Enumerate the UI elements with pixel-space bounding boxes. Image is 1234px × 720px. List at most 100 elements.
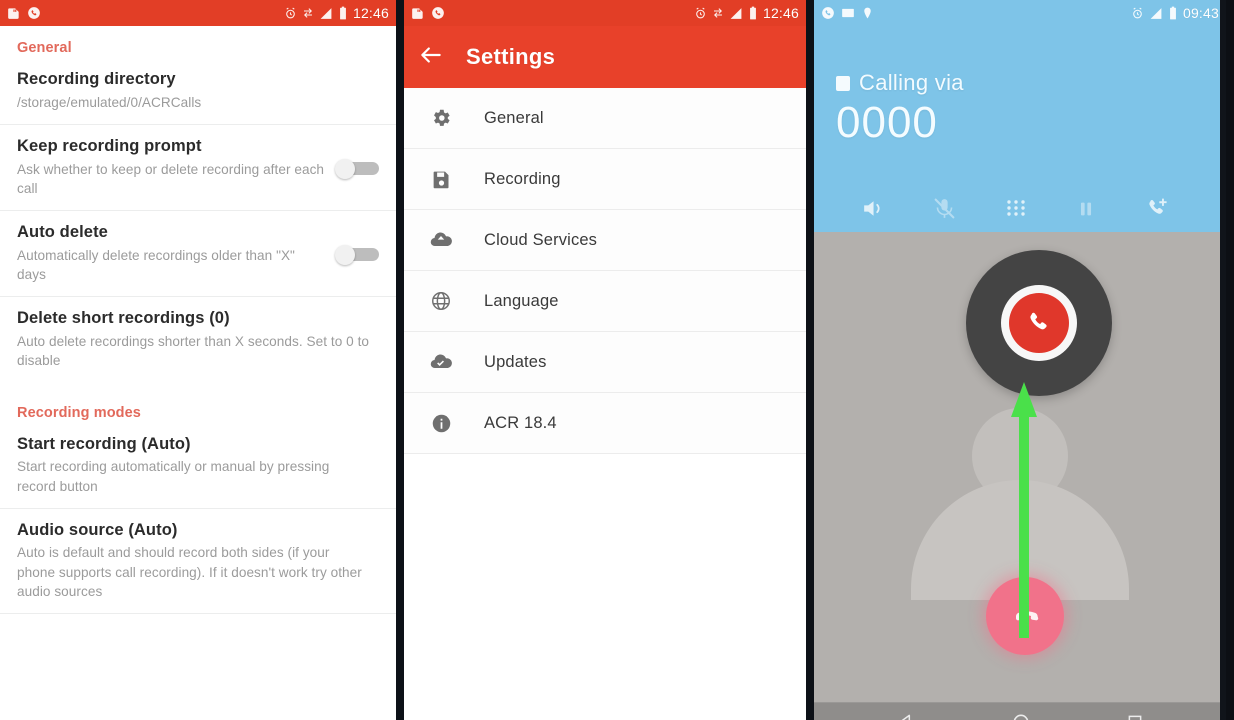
call-recorder-icon [822,7,834,19]
status-bar-left-icons [411,6,445,20]
pref-title: Delete short recordings (0) [17,309,230,328]
sd-card-icon [8,8,19,19]
call-status-row: Calling via [836,70,1226,96]
status-bar-clock: 12:46 [762,5,799,21]
status-bar-left-icons [7,6,41,20]
menu-item-label: ACR 18.4 [484,413,557,432]
pref-auto-delete[interactable]: Auto delete Automatically delete recordi… [0,211,396,298]
status-bar-clock: 12:46 [352,5,389,21]
settings-menu-list: General Recording Cloud Services Languag… [404,88,806,454]
speaker-icon[interactable] [860,196,885,226]
phone-record-icon [1009,293,1069,353]
pause-icon[interactable] [1075,198,1097,225]
gear-icon [426,107,456,129]
pref-delete-short-recordings[interactable]: Delete short recordings (0) Auto delete … [0,297,396,382]
pref-start-recording[interactable]: Start recording (Auto) Start recording a… [0,423,396,509]
globe-icon [426,290,456,312]
green-pointer-arrow [1011,382,1037,638]
signal-icon [320,7,332,19]
page-title: Settings [466,44,556,69]
panel-divider-1 [396,0,404,720]
status-bar-clock: 09:43 [1182,5,1219,21]
sd-card-icon [412,8,423,19]
status-bar-right-icons: 12:46 [694,5,799,21]
pref-audio-source[interactable]: Audio source (Auto) Auto is default and … [0,509,396,615]
menu-item-general[interactable]: General [404,88,806,149]
battery-icon [340,6,346,20]
phone-screen-settings-menu: 12:46 Settings General Recording Cloud S… [404,0,806,720]
acr-record-floating-button[interactable] [966,250,1112,396]
in-call-body [814,232,1226,702]
pref-text: Keep recording prompt Ask whether to kee… [17,136,335,198]
pref-keep-recording-prompt[interactable]: Keep recording prompt Ask whether to kee… [0,125,396,212]
menu-item-updates[interactable]: Updates [404,332,806,393]
pref-subtitle: Start recording automatically or manual … [17,459,330,494]
pref-title: Recording directory [17,70,176,88]
status-bar-left: 12:46 [0,0,396,26]
pref-text: Delete short recordings (0) Auto delete … [17,308,379,370]
status-bar-middle: 12:46 [404,0,806,26]
panel-divider-2 [806,0,814,720]
signal-icon [730,7,742,19]
keep-recording-prompt-toggle[interactable] [335,159,379,180]
pref-recording-directory[interactable]: Recording directory /storage/emulated/0/… [0,58,396,125]
save-disk-icon [426,169,456,190]
cloud-check-icon [426,350,456,374]
phone-screen-in-call: 09:43 Calling via 0000 [814,0,1226,720]
dialpad-icon[interactable] [1004,197,1028,226]
call-recorder-icon [432,7,444,19]
nav-home-icon[interactable] [1011,712,1031,720]
in-call-header: Calling via 0000 [814,26,1226,232]
section-header-general: General [17,40,72,56]
signal-icon [1150,7,1162,19]
pref-text: Start recording (Auto) Start recording a… [17,434,379,496]
battery-icon [750,6,756,20]
battery-icon [1170,6,1176,20]
alarm-icon [286,7,295,18]
status-bar-right-icons: 09:43 [1131,5,1219,21]
pref-text: Audio source (Auto) Auto is default and … [17,520,379,602]
cloud-upload-icon [426,228,456,252]
location-icon [864,7,871,19]
pref-text: Recording directory /storage/emulated/0/… [17,69,379,112]
menu-item-about-acr[interactable]: ACR 18.4 [404,393,806,454]
menu-item-label: General [484,108,544,127]
settings-app-bar: Settings [404,26,806,88]
nav-recents-icon[interactable] [1126,713,1144,720]
menu-item-recording[interactable]: Recording [404,149,806,210]
nav-back-icon[interactable] [896,712,916,720]
menu-item-label: Language [484,291,559,310]
pref-title: Audio source (Auto) [17,520,178,539]
menu-item-cloud-services[interactable]: Cloud Services [404,210,806,271]
menu-item-label: Updates [484,352,547,371]
sim-indicator-icon [836,75,850,91]
pref-subtitle: Ask whether to keep or delete recording … [17,161,325,196]
screenshot-root: 12:46 General Recording directory /stora… [0,0,1234,720]
mic-off-icon[interactable] [932,196,957,226]
alarm-icon [1133,7,1142,18]
sync-icon [303,8,312,18]
record-button-ring [1001,285,1077,361]
preferences-list: General Recording directory /storage/emu… [0,26,396,720]
pref-subtitle: Auto is default and should record both s… [17,545,362,600]
call-status-label: Calling via [859,70,964,95]
pref-title: Keep recording prompt [17,136,202,155]
info-icon [426,413,456,434]
pref-title: Auto delete [17,223,108,242]
pref-text: Auto delete Automatically delete recordi… [17,222,335,284]
status-bar-right: 09:43 [814,0,1226,26]
phone-screen-general-settings: 12:46 General Recording directory /stora… [0,0,396,720]
pref-subtitle: Automatically delete recordings older th… [17,247,295,283]
status-bar-left-icons [821,6,874,20]
screen-right-edge [1220,0,1226,720]
auto-delete-toggle[interactable] [335,245,379,266]
toggle-knob [335,245,355,266]
add-call-icon[interactable] [1144,196,1169,226]
menu-item-label: Recording [484,169,561,188]
pref-subtitle: /storage/emulated/0/ACRCalls [17,94,202,110]
menu-item-language[interactable]: Language [404,271,806,332]
back-arrow-icon[interactable] [418,42,444,73]
alarm-icon [696,7,705,18]
menu-item-label: Cloud Services [484,230,598,249]
toggle-knob [335,159,355,180]
